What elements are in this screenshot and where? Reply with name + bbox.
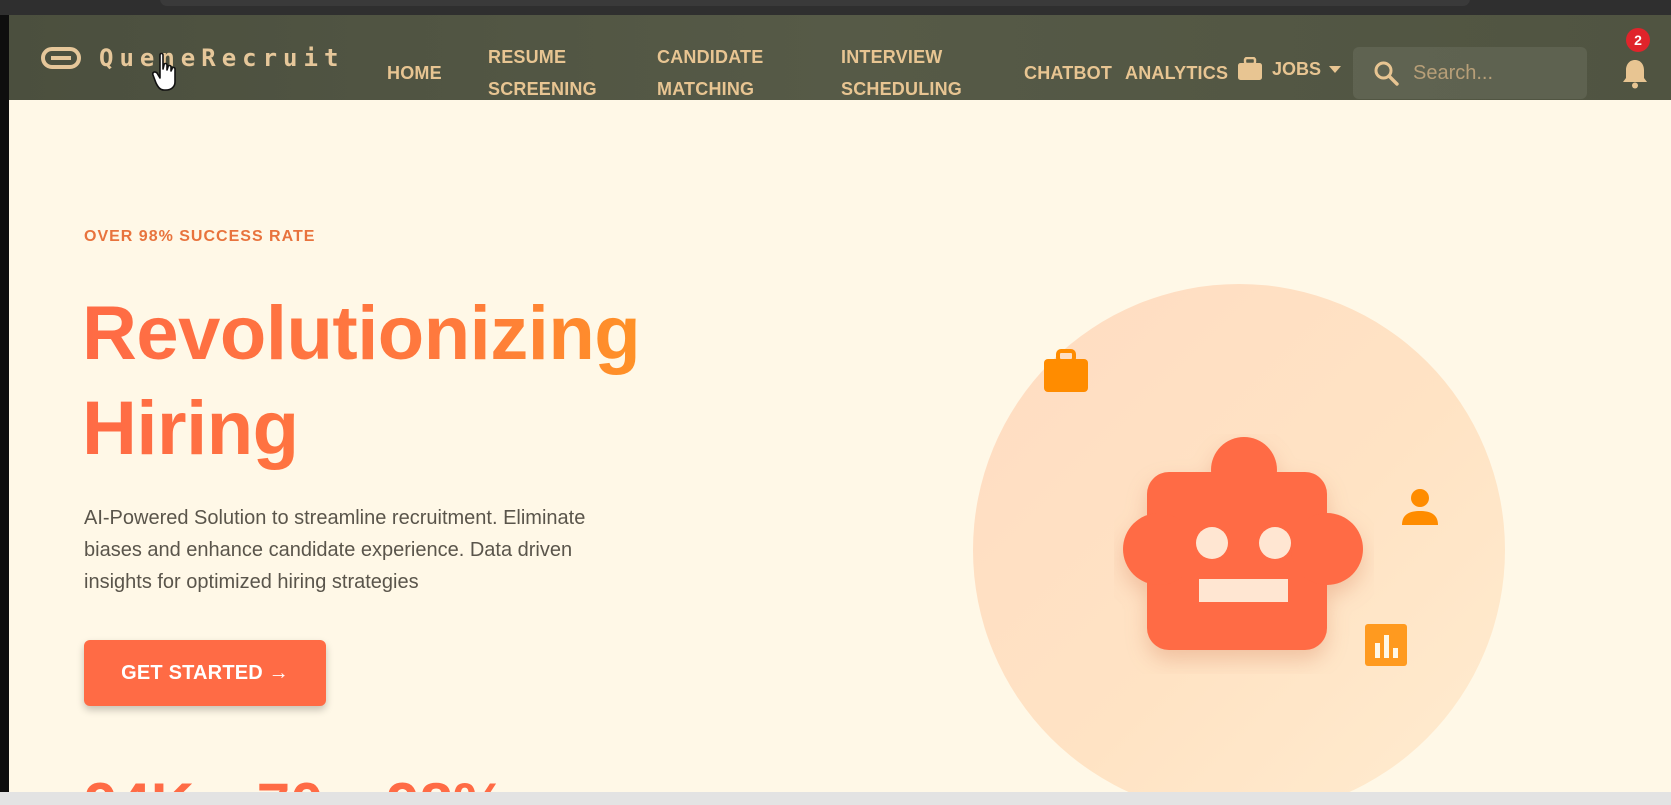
stats-row: 94K 70 98%: [84, 770, 552, 792]
nav-jobs-label: JOBS: [1272, 58, 1322, 79]
nav-resume-screening[interactable]: RESUME SCREENING: [488, 41, 597, 105]
hero-eyebrow: OVER 98% SUCCESS RATE: [84, 228, 316, 245]
nav-home[interactable]: HOME: [387, 57, 442, 89]
nav-interview-scheduling-line2: SCHEDULING: [841, 79, 963, 99]
window-left-edge: [0, 15, 9, 795]
nav-resume-screening-line2: SCREENING: [488, 79, 597, 99]
stat-value: 70: [257, 771, 324, 792]
bell-icon[interactable]: [1621, 57, 1649, 89]
top-navbar: QueneRecruit HOME RESUME SCREENING CANDI…: [9, 15, 1671, 100]
window-bottom-strip: [0, 792, 1671, 805]
stat-value: 98%: [386, 771, 506, 792]
link-icon: [41, 45, 81, 71]
hand-cursor-icon: [152, 52, 176, 91]
brand-name: QueneRecruit: [99, 44, 345, 72]
get-started-button[interactable]: GET STARTED →: [84, 640, 326, 706]
robot-icon: [1123, 437, 1363, 650]
search-icon: [1374, 61, 1399, 86]
person-icon: [1402, 489, 1438, 525]
nav-candidate-matching-line1: CANDIDATE: [657, 47, 764, 67]
brand-logo[interactable]: QueneRecruit: [41, 43, 344, 73]
nav-resume-screening-line1: RESUME: [488, 47, 567, 67]
browser-top-strip: [0, 0, 1671, 15]
hero-section: OVER 98% SUCCESS RATE Revolutionizing Hi…: [9, 100, 1671, 792]
search-input[interactable]: [1413, 61, 1583, 85]
nav-analytics[interactable]: ANALYTICS: [1125, 57, 1228, 89]
nav-interview-scheduling[interactable]: INTERVIEW SCHEDULING: [841, 41, 962, 105]
browser-address-pill: [160, 0, 1470, 6]
nav-candidate-matching[interactable]: CANDIDATE MATCHING: [657, 41, 763, 105]
nav-jobs-dropdown[interactable]: JOBS: [1237, 57, 1342, 81]
hero-subtext: AI-Powered Solution to streamline recrui…: [84, 507, 586, 593]
nav-candidate-matching-line2: MATCHING: [657, 79, 755, 99]
notification-badge: 2: [1626, 28, 1650, 52]
briefcase-icon: [1044, 349, 1088, 392]
hero-headline-line1: Revolutionizing: [82, 291, 641, 376]
nav-chatbot[interactable]: CHATBOT: [1024, 57, 1112, 89]
stat-value: 94K: [84, 771, 194, 792]
hero-headline: Revolutionizing Hiring: [82, 286, 702, 476]
search-box[interactable]: [1353, 47, 1587, 99]
briefcase-icon: [1238, 57, 1262, 80]
chevron-down-icon: [1329, 65, 1342, 73]
nav-interview-scheduling-line1: INTERVIEW: [841, 47, 943, 67]
hero-headline-line2: Hiring: [82, 386, 299, 471]
